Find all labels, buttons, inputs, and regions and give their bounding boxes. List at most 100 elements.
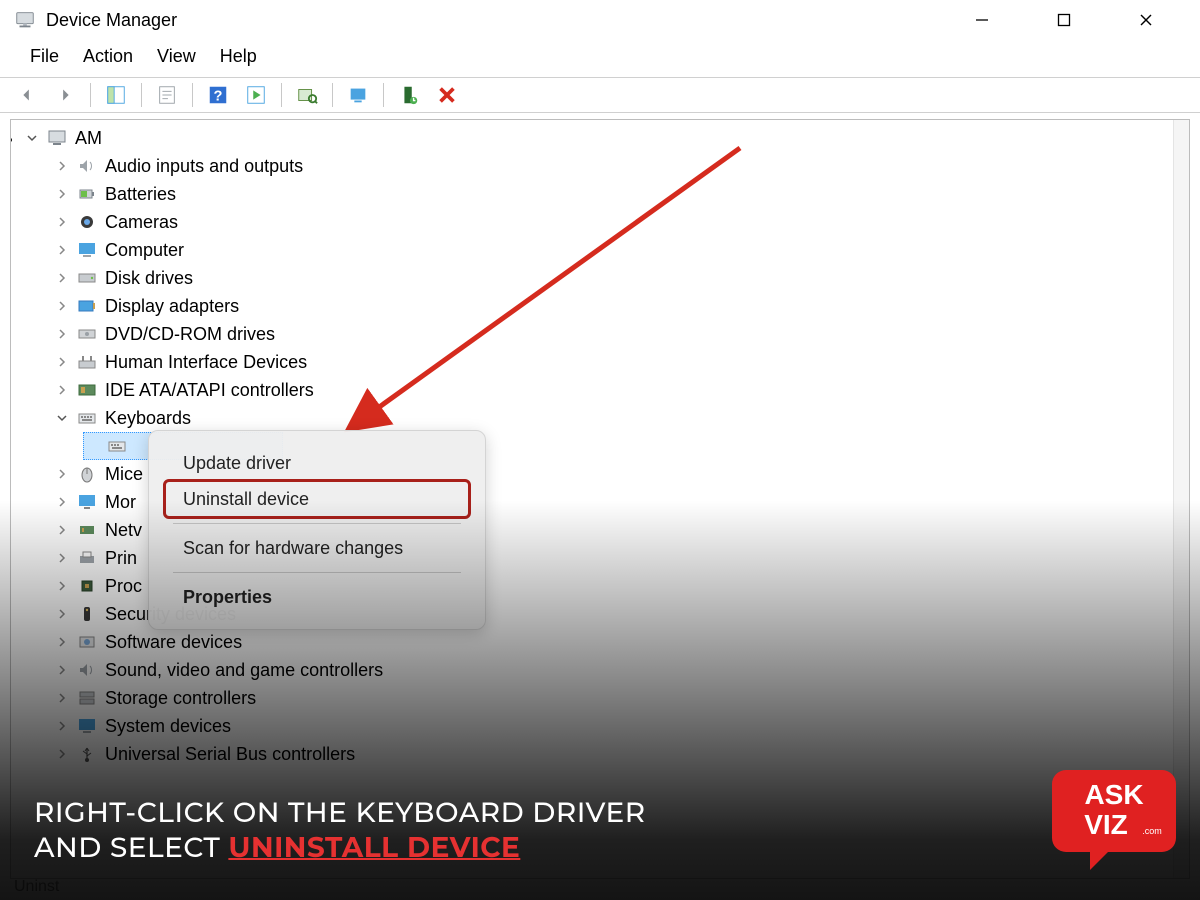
menu-action[interactable]: Action (83, 46, 133, 67)
tree-node-storage[interactable]: Storage controllers (53, 684, 1189, 712)
tree-label: Netv (105, 520, 142, 541)
help-button[interactable]: ? (201, 80, 235, 110)
menu-file[interactable]: File (30, 46, 59, 67)
chevron-right-icon[interactable] (53, 717, 71, 735)
tree-node-display[interactable]: Display adapters (53, 292, 1189, 320)
computer-icon (45, 127, 69, 149)
tree-node-usb[interactable]: Universal Serial Bus controllers (53, 740, 1189, 768)
chevron-right-icon[interactable] (53, 521, 71, 539)
chevron-right-icon[interactable] (53, 381, 71, 399)
tree-node-computer[interactable]: Computer (53, 236, 1189, 264)
camera-icon (75, 211, 99, 233)
back-button[interactable] (10, 80, 44, 110)
tree-label: Storage controllers (105, 688, 256, 709)
tree-label: Audio inputs and outputs (105, 156, 303, 177)
chevron-right-icon[interactable] (53, 353, 71, 371)
keyboard-icon (105, 435, 129, 457)
usb-icon (75, 743, 99, 765)
ctx-separator (173, 523, 461, 524)
tree-label: Prin (105, 548, 137, 569)
software-icon (75, 631, 99, 653)
dvddrive-icon (75, 323, 99, 345)
uninstall-device-button[interactable] (430, 80, 464, 110)
scan-button[interactable] (290, 80, 324, 110)
ctx-scan-hardware[interactable]: Scan for hardware changes (165, 530, 469, 566)
toolbar: ? (0, 77, 1200, 113)
tree-node-ide[interactable]: IDE ATA/ATAPI controllers (53, 376, 1189, 404)
tree-node-sound[interactable]: Sound, video and game controllers (53, 656, 1189, 684)
tree-root-node[interactable]: AM (23, 124, 1189, 152)
storage-icon (75, 687, 99, 709)
menu-help[interactable]: Help (220, 46, 257, 67)
tree-label: Human Interface Devices (105, 352, 307, 373)
update-driver-button[interactable] (341, 80, 375, 110)
chevron-right-icon[interactable] (53, 465, 71, 483)
menubar: File Action View Help (0, 40, 1200, 77)
printer-icon (75, 547, 99, 569)
chevron-right-icon[interactable] (53, 269, 71, 287)
menu-view[interactable]: View (157, 46, 196, 67)
tree-node-batteries[interactable]: Batteries (53, 180, 1189, 208)
properties-button[interactable] (150, 80, 184, 110)
chevron-right-icon[interactable] (53, 493, 71, 511)
tree-label: Disk drives (105, 268, 193, 289)
forward-button[interactable] (48, 80, 82, 110)
ctx-separator (173, 572, 461, 573)
chevron-right-icon[interactable] (53, 185, 71, 203)
chevron-right-icon[interactable] (53, 549, 71, 567)
ctx-properties[interactable]: Properties (165, 579, 469, 615)
svg-text:.com: .com (1142, 826, 1162, 836)
monitor-icon (75, 491, 99, 513)
chevron-right-icon[interactable] (53, 241, 71, 259)
tree-label: Sound, video and game controllers (105, 660, 383, 681)
tree-node-dvd[interactable]: DVD/CD-ROM drives (53, 320, 1189, 348)
tree-node-system[interactable]: System devices (53, 712, 1189, 740)
tree-node-hid[interactable]: Human Interface Devices (53, 348, 1189, 376)
disk-icon (75, 267, 99, 289)
enable-device-button[interactable] (392, 80, 426, 110)
tree-node-disk[interactable]: Disk drives (53, 264, 1189, 292)
ctx-update-driver[interactable]: Update driver (165, 445, 469, 481)
chevron-right-icon[interactable] (53, 633, 71, 651)
chevron-right-icon[interactable] (53, 577, 71, 595)
chevron-right-icon[interactable] (53, 325, 71, 343)
action-button[interactable] (239, 80, 273, 110)
tree-node-keyboards[interactable]: Keyboards (53, 404, 1189, 432)
toolbar-separator (332, 83, 333, 107)
speaker-icon (75, 155, 99, 177)
tree-label: Proc (105, 576, 142, 597)
ctx-uninstall-device[interactable]: Uninstall device (165, 481, 469, 517)
network-icon (75, 519, 99, 541)
chevron-down-icon[interactable] (53, 409, 71, 427)
tree-node-audio[interactable]: Audio inputs and outputs (53, 152, 1189, 180)
ctx-label: Update driver (183, 453, 291, 474)
maximize-button[interactable] (1044, 4, 1084, 36)
chevron-right-icon[interactable] (53, 157, 71, 175)
chevron-right-icon[interactable] (53, 745, 71, 763)
askviz-logo: ASK VIZ .com (1048, 762, 1180, 874)
chevron-down-icon[interactable] (23, 129, 41, 147)
show-hide-tree-button[interactable] (99, 80, 133, 110)
tree-label: Cameras (105, 212, 178, 233)
toolbar-separator (383, 83, 384, 107)
chevron-right-icon[interactable] (53, 605, 71, 623)
minimize-button[interactable] (962, 4, 1002, 36)
tree-label: Keyboards (105, 408, 191, 429)
tree-node-cameras[interactable]: Cameras (53, 208, 1189, 236)
tree-label: Mor (105, 492, 136, 513)
device-manager-icon (14, 9, 36, 31)
tree-label: Software devices (105, 632, 242, 653)
cpu-icon (75, 575, 99, 597)
chevron-right-icon[interactable] (53, 689, 71, 707)
tree-label: System devices (105, 716, 231, 737)
ctx-label: Scan for hardware changes (183, 538, 403, 559)
chevron-right-icon[interactable] (53, 661, 71, 679)
close-button[interactable] (1126, 4, 1166, 36)
window-title: Device Manager (46, 10, 177, 31)
chevron-right-icon[interactable] (53, 213, 71, 231)
status-bar: Uninst (14, 878, 59, 896)
window-titlebar: Device Manager (0, 0, 1200, 40)
tree-label: IDE ATA/ATAPI controllers (105, 380, 314, 401)
chevron-right-icon[interactable] (53, 297, 71, 315)
tree-node-software[interactable]: Software devices (53, 628, 1189, 656)
